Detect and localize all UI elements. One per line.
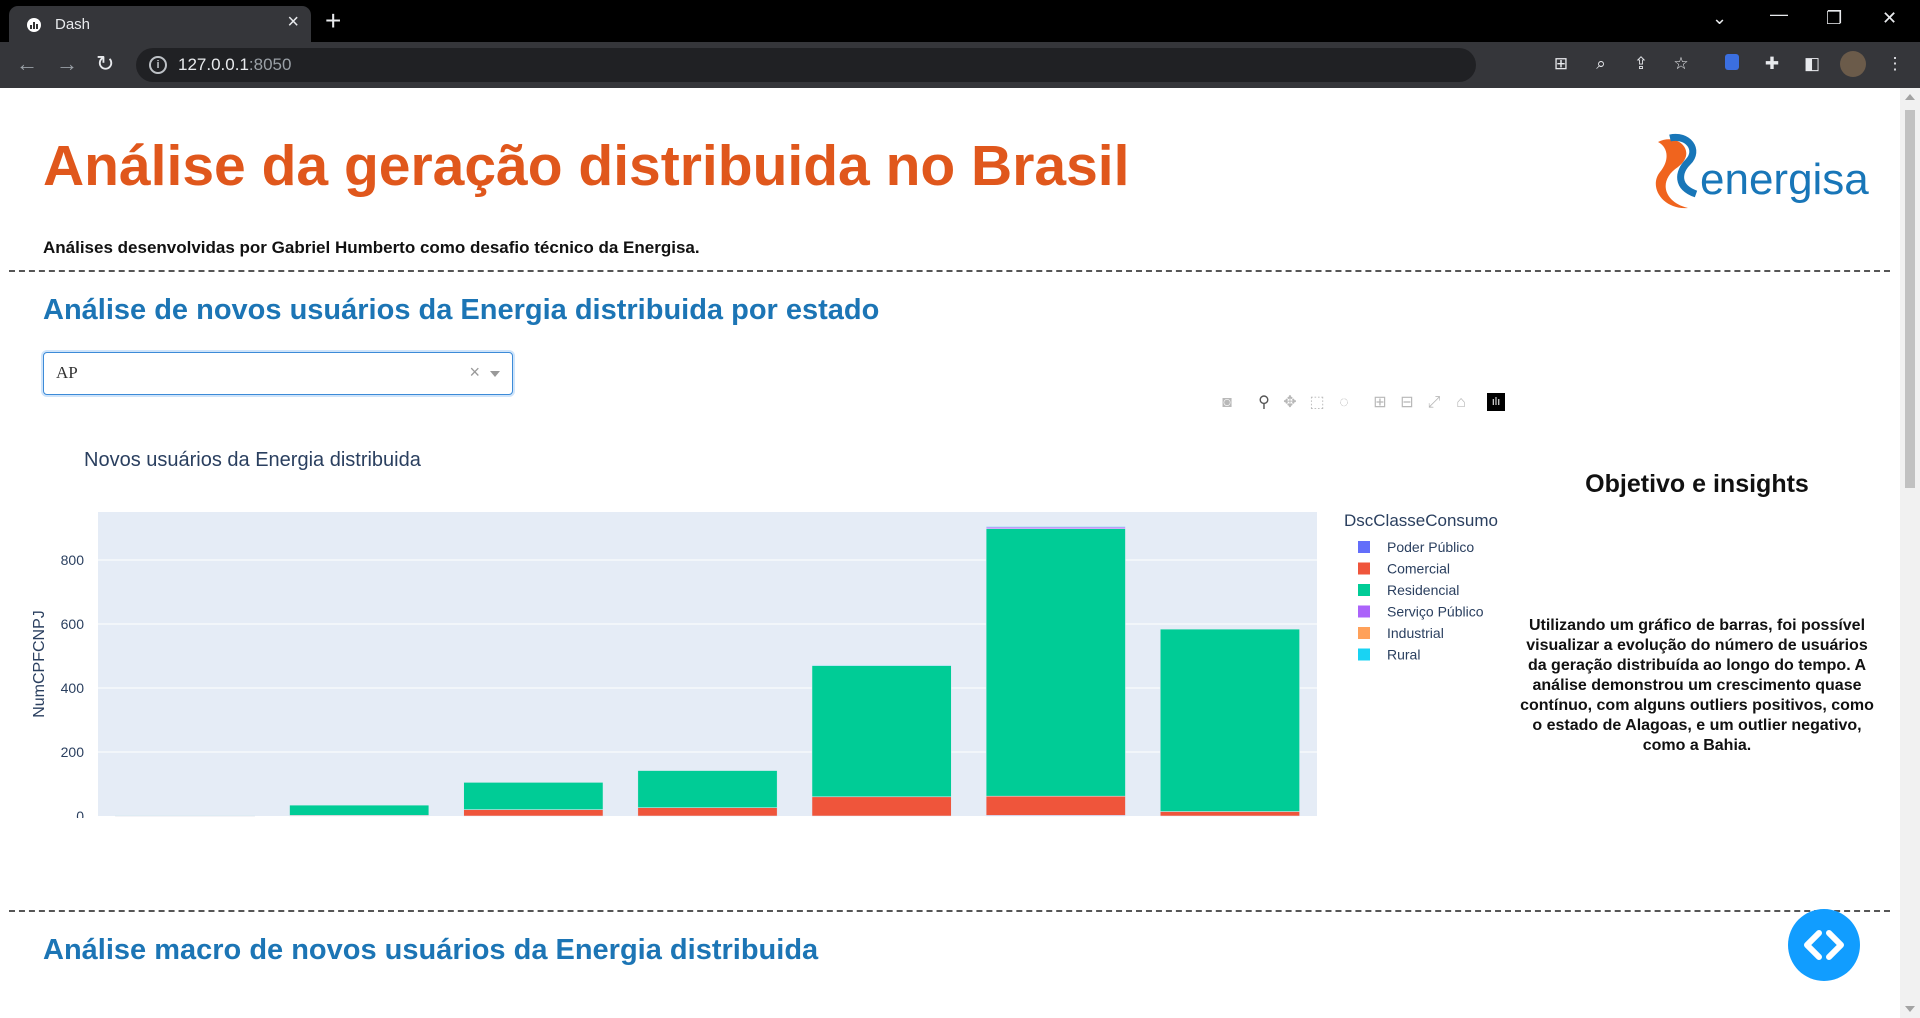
close-tab-icon[interactable]: × xyxy=(287,12,299,32)
forward-icon[interactable]: → xyxy=(56,51,78,77)
bar-segment xyxy=(463,809,604,817)
logo-wordmark: energisa xyxy=(1700,155,1869,204)
zoom-out-icon[interactable]: ⊟ xyxy=(1397,393,1417,413)
bar-segment xyxy=(637,770,778,808)
page-viewport: Análise da geração distribuida no Brasil… xyxy=(0,88,1900,1018)
profile-avatar[interactable] xyxy=(1840,51,1866,77)
legend-item: Comercial xyxy=(1387,561,1450,577)
window-close-icon[interactable]: ✕ xyxy=(1882,8,1897,29)
bar-segment xyxy=(985,526,1126,528)
clear-selection-icon[interactable]: × xyxy=(469,362,480,383)
section-divider-2 xyxy=(9,910,1890,912)
y-tick-label: 0 xyxy=(76,808,84,818)
page-subtitle: Análises desenvolvidas por Gabriel Humbe… xyxy=(43,238,700,257)
translate-icon[interactable]: ⊞ xyxy=(1551,54,1571,74)
share-icon[interactable]: ⇪ xyxy=(1631,54,1651,74)
y-tick-label: 600 xyxy=(61,616,85,632)
bar-segment xyxy=(811,796,952,817)
scroll-down-icon[interactable] xyxy=(1905,1006,1915,1012)
back-icon[interactable]: ← xyxy=(16,51,38,77)
code-brackets-icon xyxy=(1804,930,1844,960)
dash-favicon-icon xyxy=(27,18,41,32)
bar-segment xyxy=(637,807,778,817)
scroll-up-icon[interactable] xyxy=(1905,94,1915,100)
reload-icon[interactable]: ↻ xyxy=(96,51,114,77)
tab-search-icon[interactable]: ⌄ xyxy=(1712,8,1727,29)
minimize-icon[interactable]: — xyxy=(1770,4,1788,25)
scroll-thumb[interactable] xyxy=(1905,110,1915,488)
tab-title: Dash xyxy=(55,16,91,33)
lasso-select-icon[interactable]: ◌ xyxy=(1334,393,1354,413)
site-info-icon[interactable]: i xyxy=(149,56,167,74)
browser-tab[interactable]: Dash × xyxy=(9,6,311,42)
legend-swatch xyxy=(1358,648,1370,661)
box-select-icon[interactable]: ⬚ xyxy=(1307,393,1327,413)
y-tick-label: 800 xyxy=(61,552,85,568)
bar-segment xyxy=(985,528,1126,797)
reset-axes-icon[interactable]: ⌂ xyxy=(1451,393,1471,413)
new-tab-icon[interactable]: + xyxy=(325,7,341,35)
section-title-state: Análise de novos usuários da Energia dis… xyxy=(43,294,880,326)
bar-segment xyxy=(463,782,604,810)
legend-item: Serviço Público xyxy=(1387,604,1484,620)
dash-devtools-button[interactable] xyxy=(1788,909,1860,981)
y-tick-label: 400 xyxy=(61,680,85,696)
bar-segment xyxy=(115,815,255,817)
bar-segment xyxy=(811,664,952,666)
bar-segment xyxy=(289,804,430,816)
chart-title: Novos usuários da Energia distribuida xyxy=(84,449,422,471)
state-dropdown[interactable]: AP × xyxy=(43,352,513,395)
state-dropdown-value: AP xyxy=(56,363,78,382)
legend-swatch xyxy=(1358,627,1370,639)
url-text: 127.0.0.1:8050 xyxy=(178,55,292,74)
bar-segment xyxy=(811,665,952,798)
side-panel-icon[interactable]: ◧ xyxy=(1802,54,1822,74)
legend-swatch xyxy=(1358,584,1370,596)
browser-menu-icon[interactable]: ⋮ xyxy=(1885,54,1905,74)
bar-segment xyxy=(1160,628,1300,812)
autoscale-icon[interactable]: ⤢ xyxy=(1424,393,1444,413)
chevron-down-icon[interactable] xyxy=(490,371,500,377)
bookmark-star-icon[interactable]: ☆ xyxy=(1671,54,1691,74)
section-divider xyxy=(9,270,1890,272)
legend-swatch xyxy=(1358,605,1370,618)
legend-item: Residencial xyxy=(1387,582,1459,598)
zoom-tool-icon[interactable]: ⚲ xyxy=(1254,393,1274,413)
legend-item: Poder Público xyxy=(1387,539,1474,555)
restore-icon[interactable]: ❐ xyxy=(1826,8,1842,29)
extensions-puzzle-icon[interactable]: ✚ xyxy=(1762,54,1782,74)
browser-nav-bar: ← → ↻ i 127.0.0.1:8050 ⊞ ⌕ ⇪ ☆ ✚ ◧ ⋮ xyxy=(0,42,1920,88)
y-axis-label: NumCPFCNPJ xyxy=(31,610,48,718)
y-tick-label: 200 xyxy=(61,744,85,760)
page-title: Análise da geração distribuida no Brasil xyxy=(43,134,1130,198)
browser-tab-bar: Dash × + ⌄ — ❐ ✕ xyxy=(0,0,1920,42)
legend-swatch xyxy=(1358,562,1370,575)
bar-segment xyxy=(985,795,1126,816)
insights-title: Objetivo e insights xyxy=(1585,470,1809,498)
legend-swatch xyxy=(1358,541,1370,553)
pan-icon[interactable]: ✥ xyxy=(1280,393,1300,413)
bar-segment xyxy=(1160,811,1300,817)
address-bar[interactable]: i 127.0.0.1:8050 xyxy=(136,48,1476,82)
legend-item: Industrial xyxy=(1387,625,1444,641)
page-scrollbar[interactable] xyxy=(1900,88,1920,1018)
extension-icon[interactable] xyxy=(1722,54,1742,74)
bar-chart: Novos usuários da Energia distribuida 0 20… xyxy=(31,449,1498,818)
energisa-logo: energisa xyxy=(1655,133,1869,209)
camera-icon[interactable]: ◙ xyxy=(1217,393,1237,413)
plotly-logo-icon[interactable]: ılı xyxy=(1487,393,1505,411)
legend-title: DscClasseConsumo xyxy=(1344,511,1498,530)
legend-item: Rural xyxy=(1387,647,1420,663)
insights-text: Utilizando um gráfico de barras, foi pos… xyxy=(1520,617,1874,754)
zoom-icon[interactable]: ⌕ xyxy=(1591,54,1611,74)
section-title-macro: Análise macro de novos usuários da Energ… xyxy=(43,934,819,966)
zoom-in-icon[interactable]: ⊞ xyxy=(1370,393,1390,413)
